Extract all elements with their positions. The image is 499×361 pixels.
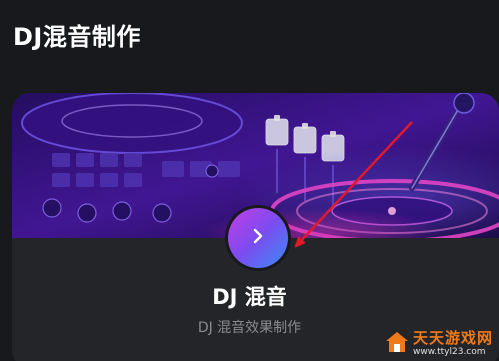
section-title: DJ混音制作	[13, 23, 141, 51]
watermark-url: www.ttyl23.com	[412, 347, 486, 357]
open-dj-mix-button-circle[interactable]	[228, 208, 288, 268]
site-watermark: 天天游戏网 www.ttyl23.com	[385, 331, 493, 357]
open-dj-mix-button[interactable]	[225, 205, 291, 271]
house-logo-icon	[385, 331, 409, 357]
watermark-title: 天天游戏网	[412, 329, 493, 347]
card-title: DJ 混音	[212, 285, 287, 309]
chevron-right-icon	[249, 227, 267, 249]
page: DJ混音制作 DJ 混音 DJ 混音效果制作 天天游戏网 www.ttyl23.…	[0, 0, 499, 361]
